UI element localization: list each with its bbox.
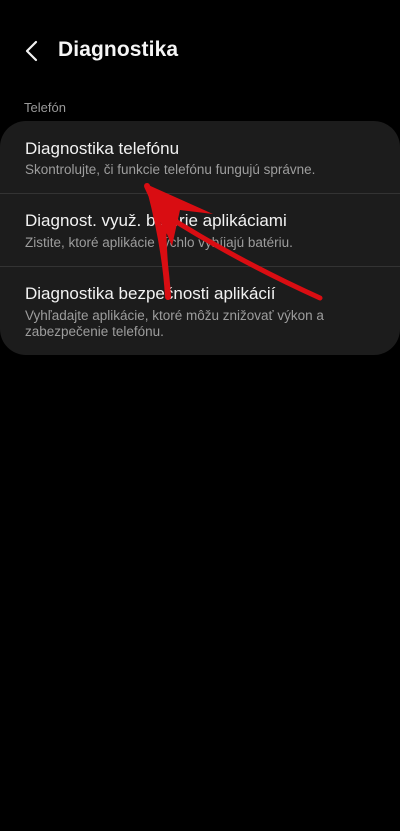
diagnostics-card: Diagnostika telefónu Skontrolujte, či fu… [0,121,400,355]
list-item-title: Diagnostika bezpečnosti aplikácií [25,284,276,303]
list-item-subtitle: Vyhľadajte aplikácie, ktoré môžu znižova… [25,308,324,339]
list-item-phone-diagnostics[interactable]: Diagnostika telefónu Skontrolujte, či fu… [0,121,400,193]
list-item-title: Diagnostika telefónu [25,139,180,158]
list-item-battery-diagnostics[interactable]: Diagnost. využ. batérie aplikáciami Zist… [0,194,400,266]
list-item-title: Diagnost. využ. batérie aplikáciami [25,211,287,230]
list-item-app-security-diagnostics[interactable]: Diagnostika bezpečnosti aplikácií Vyhľad… [0,267,400,355]
back-button[interactable] [16,34,50,68]
page-title: Diagnostika [58,38,179,61]
section-label: Telefón [24,100,66,115]
list-item-subtitle: Skontrolujte, či funkcie telefónu funguj… [25,162,316,177]
chevron-left-icon [25,40,38,62]
list-item-subtitle: Zistite, ktoré aplikácie rýchlo vybíjajú… [25,235,293,250]
app-header: Diagnostika [0,0,400,100]
